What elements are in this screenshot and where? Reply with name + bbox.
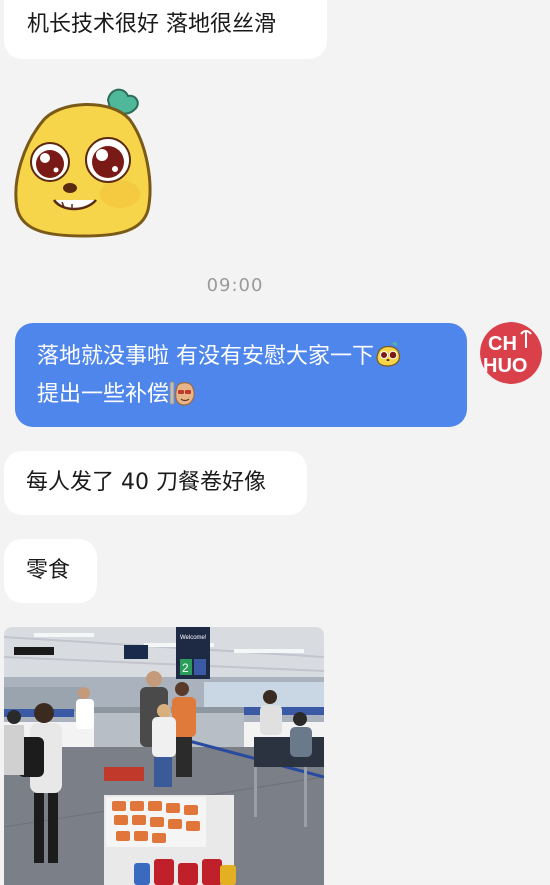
sticker-image[interactable] <box>12 86 156 238</box>
svg-text:CH: CH <box>488 333 517 355</box>
self-message-bubble[interactable]: 落地就没事啦 有没有安慰大家一下 提出一些补偿 <box>15 323 467 427</box>
message-bubble[interactable]: 零食 <box>4 539 97 603</box>
message-text: 机长技术很好 落地很丝滑 <box>27 12 276 37</box>
svg-text:HUO: HUO <box>483 355 527 377</box>
message-text: 提出一些补偿 <box>37 382 170 407</box>
message-bubble[interactable]: 每人发了 40 刀餐卷好像 <box>4 451 307 515</box>
svg-text:2: 2 <box>182 661 189 675</box>
message-text: 落地就没事啦 有没有安慰大家一下 <box>37 344 374 369</box>
message-text: 每人发了 40 刀餐卷好像 <box>26 470 266 495</box>
message-bubble[interactable]: 机长技术很好 落地很丝滑 <box>4 0 327 59</box>
message-text: 零食 <box>26 558 71 583</box>
airport-gate-image: Welcome! 2 <box>4 627 324 885</box>
mango-emoji-icon <box>376 342 400 367</box>
timestamp: 09:00 <box>206 275 264 296</box>
potato-emoji-icon <box>169 381 195 406</box>
airport-gate-photo[interactable]: Welcome! 2 <box>4 627 324 885</box>
chihuo-logo-icon: CH HUO <box>480 322 542 384</box>
chat-view: 机长技术很好 落地很丝滑 09:00 落地就没事啦 有没有安慰大家一下 提出一些… <box>0 0 550 885</box>
self-message-line: 落地就没事啦 有没有安慰大家一下 <box>37 338 467 376</box>
avatar[interactable]: CH HUO <box>480 322 542 384</box>
self-message-line: 提出一些补偿 <box>37 376 467 414</box>
svg-text:Welcome!: Welcome! <box>180 635 207 641</box>
mango-sticker-icon <box>14 88 152 238</box>
